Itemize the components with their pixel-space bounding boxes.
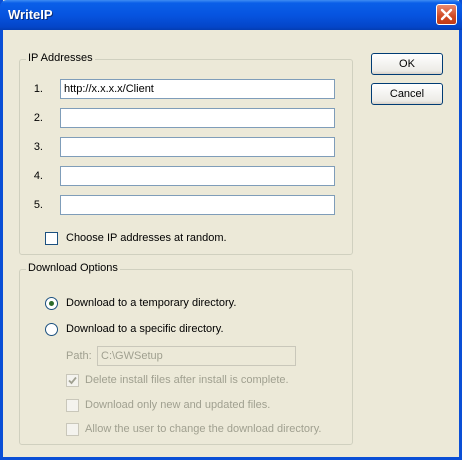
checkmark-icon	[68, 376, 77, 385]
ok-button[interactable]: OK	[371, 53, 443, 75]
path-field[interactable]: C:\GWSetup	[97, 346, 296, 366]
ip-address-field-3[interactable]	[60, 137, 335, 157]
allow-change-directory-checkbox[interactable]	[66, 423, 79, 436]
ip-number-4: 4.	[33, 170, 43, 182]
ip-number-2: 2.	[33, 112, 43, 124]
ip-address-field-5[interactable]	[60, 195, 335, 215]
writeip-dialog: WriteIP OK Cancel IP Addresses 1. http:/…	[0, 0, 462, 460]
radio-selected-dot-icon	[49, 301, 54, 306]
new-updated-only-checkbox[interactable]	[66, 399, 79, 412]
allow-change-directory-label[interactable]: Allow the user to change the download di…	[85, 423, 321, 435]
close-icon	[440, 8, 453, 21]
window-title: WriteIP	[8, 7, 53, 22]
delete-files-checkbox[interactable]	[66, 374, 79, 387]
new-updated-only-label[interactable]: Download only new and updated files.	[85, 399, 270, 411]
ip-address-field-1[interactable]: http://x.x.x.x/Client	[60, 79, 335, 99]
path-label: Path:	[66, 350, 92, 362]
ip-number-1: 1.	[33, 83, 43, 95]
ip-addresses-legend: IP Addresses	[26, 52, 95, 64]
delete-files-label[interactable]: Delete install files after install is co…	[85, 374, 289, 386]
temp-directory-label[interactable]: Download to a temporary directory.	[66, 297, 236, 309]
specific-directory-label[interactable]: Download to a specific directory.	[66, 323, 224, 335]
title-bar[interactable]: WriteIP	[0, 0, 462, 30]
random-ip-checkbox[interactable]	[45, 232, 58, 245]
ip-address-field-4[interactable]	[60, 166, 335, 186]
close-button[interactable]	[436, 4, 457, 25]
random-ip-label[interactable]: Choose IP addresses at random.	[66, 232, 227, 244]
ip-number-3: 3.	[33, 141, 43, 153]
cancel-button[interactable]: Cancel	[371, 83, 443, 105]
ip-address-field-2[interactable]	[60, 108, 335, 128]
specific-directory-radio[interactable]	[45, 323, 58, 336]
ip-number-5: 5.	[33, 199, 43, 211]
temp-directory-radio[interactable]	[45, 297, 58, 310]
download-options-legend: Download Options	[26, 262, 120, 274]
